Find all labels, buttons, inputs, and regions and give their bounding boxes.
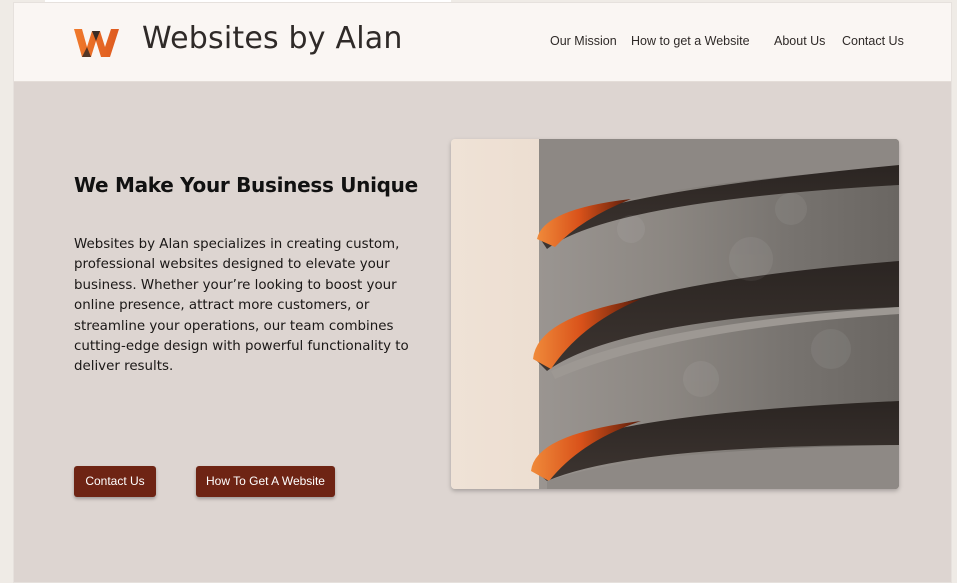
hero-title: We Make Your Business Unique [74,173,418,197]
brand-title[interactable]: Websites by Alan [142,21,403,56]
nav-our-mission[interactable]: Our Mission [550,34,617,48]
w-logo-icon[interactable] [72,23,122,61]
nav-about-us[interactable]: About Us [774,34,825,48]
contact-us-button[interactable]: Contact Us [74,466,156,497]
nav-how-to-get-website[interactable]: How to get a Website [631,34,750,48]
page-frame: Websites by Alan Our Mission How to get … [13,2,952,583]
nav-contact-us[interactable]: Contact Us [842,34,904,48]
site-header: Websites by Alan Our Mission How to get … [14,3,951,82]
how-to-get-website-button[interactable]: How To Get A Website [196,466,335,497]
concrete-spiral-building-image [451,139,899,489]
hero-description: Websites by Alan specializes in creating… [74,237,409,375]
